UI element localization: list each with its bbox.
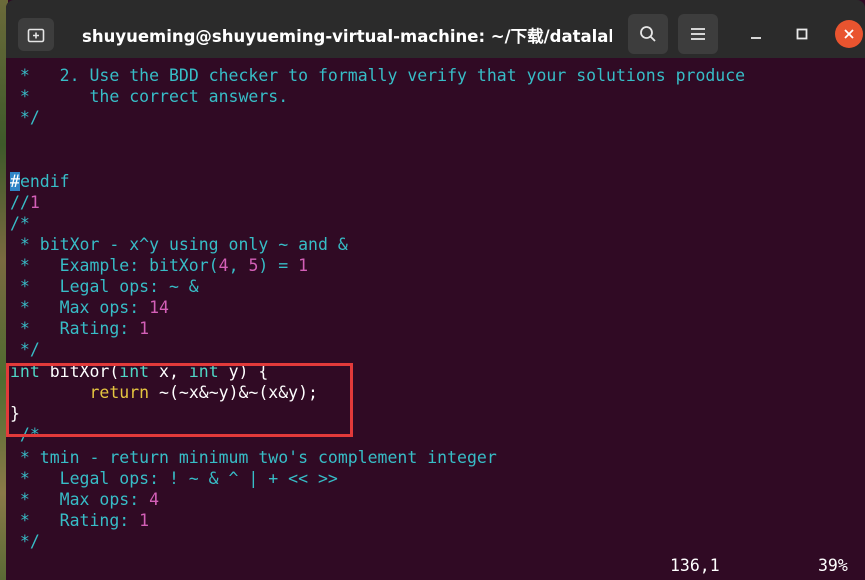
comment-text: , [228,256,249,275]
code-line: } [10,404,20,423]
code-line: * 2. Use the BDD checker to formally ver… [10,65,745,86]
number-literal: 4 [218,256,229,275]
code-text: bitXor( [39,362,120,381]
comment-text: * Example: bitXor( [10,256,219,275]
close-icon [844,29,854,39]
number-literal: 1 [298,256,309,275]
titlebar: shuyueming@shuyueming-virtual-machine: ~… [6,0,865,58]
number-literal: 1 [29,193,40,212]
window-title: shuyueming@shuyueming-virtual-machine: ~… [82,27,612,46]
return-keyword: return [89,383,150,402]
terminal-content[interactable]: * 2. Use the BDD checker to formally ver… [6,58,865,580]
comment-text: * Rating: [10,319,140,338]
terminal-window: shuyueming@shuyueming-virtual-machine: ~… [6,0,865,580]
code-line: * Legal ops: ~ & [10,277,199,296]
type-keyword: int [119,362,150,381]
number-literal: 1 [139,511,150,530]
comment-text: the correct answers. [29,87,289,106]
comment-text: * Max ops: [10,490,150,509]
minimize-button[interactable] [742,20,770,48]
maximize-button[interactable] [788,20,816,48]
maximize-icon [796,28,808,40]
hamburger-menu-icon [691,28,705,40]
code-line: * Legal ops: ! ~ & ^ | + << >> [10,469,338,488]
scroll-percent: 39% [818,556,848,575]
number-literal: 14 [149,298,169,317]
code-line: * Example: bitXor(4, 5) = 1 [10,255,308,276]
code-line: */ [10,532,40,551]
code-line: */ [10,340,40,359]
comment-slash: // [10,193,30,212]
code-line: * tmin - return minimum two's complement… [10,448,497,467]
code-line: * Rating: 1 [10,318,149,339]
new-tab-button[interactable] [18,18,54,51]
code-line: //1 [10,192,40,213]
code-line: /* [10,425,40,444]
preprocessor-directive: endif [19,172,70,191]
search-button[interactable] [628,14,668,54]
close-button[interactable] [835,20,863,48]
search-icon [640,26,656,42]
number-literal: 1 [139,319,150,338]
number-literal: 5 [248,256,259,275]
code-line: * bitXor - x^y using only ~ and & [10,235,348,254]
code-line: #endif [10,171,70,192]
code-line: * Rating: 1 [10,510,149,531]
comment-star: * [10,87,30,106]
code-line: return ~(~x&~y)&~(x&y); [10,382,318,403]
code-line: * the correct answers. [10,86,288,107]
code-text: ~(~x&~y)&~(x&y); [149,383,318,402]
code-line: int bitXor(int x, int y) { [10,361,268,382]
menu-button[interactable] [678,14,718,54]
code-text: y) { [218,362,269,381]
comment-text: ) = [258,256,299,275]
comment-text: * Max ops: [10,298,150,317]
code-text: x, [149,362,189,381]
type-keyword: int [10,362,40,381]
minimize-icon [751,37,761,39]
comment-text: 2. Use the BDD checker to formally verif… [29,66,746,85]
comment-star: * [10,66,30,85]
number-literal: 4 [149,490,160,509]
comment-text: * Rating: [10,511,140,530]
code-line: * Max ops: 4 [10,489,159,510]
type-keyword: int [188,362,219,381]
new-tab-icon [27,28,45,42]
code-line: */ [10,108,40,127]
text-cursor: # [10,172,20,191]
code-line: * Max ops: 14 [10,297,169,318]
cursor-position: 136,1 [670,556,720,575]
code-line: /* [10,214,30,233]
